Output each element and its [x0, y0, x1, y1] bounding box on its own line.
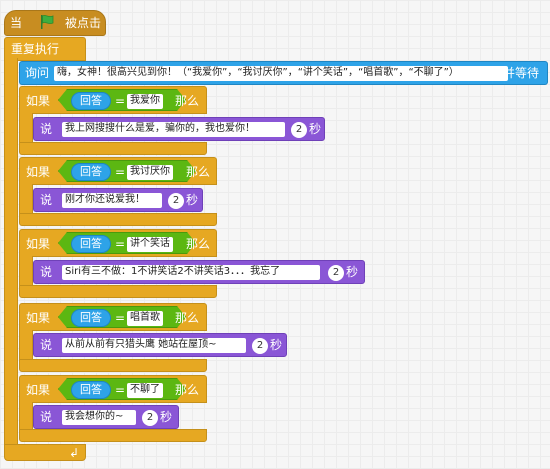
- if-block[interactable]: 如果 回答 = 我讨厌你 那么: [19, 157, 217, 185]
- compare-value-input[interactable]: 我讨厌你: [127, 165, 173, 180]
- answer-reporter[interactable]: 回答: [71, 381, 111, 399]
- say-seconds-input[interactable]: 2: [328, 265, 344, 281]
- if-block-arm: [19, 113, 33, 143]
- if-block[interactable]: 如果 回答 = 唱首歌 那么: [19, 303, 207, 331]
- say-for-secs-block[interactable]: 说 刚才你还说爱我！ 2 秒: [33, 188, 203, 212]
- ask-wait-label: 并等待: [503, 66, 540, 80]
- if-label: 如果: [26, 165, 51, 179]
- if-block-arm: [19, 402, 33, 430]
- say-for-secs-block[interactable]: 说 我上网搜搜什么是爱，骗你的，我也爱你！ 2 秒: [33, 117, 325, 141]
- then-label: 那么: [175, 311, 200, 325]
- if-label: 如果: [26, 237, 51, 251]
- secs-label: 秒: [160, 410, 173, 424]
- say-for-secs-block[interactable]: 说 我会想你的~ 2 秒: [33, 405, 179, 429]
- equals-sign: =: [115, 311, 126, 325]
- say-message-input[interactable]: 我会想你的~: [62, 410, 136, 425]
- if-label: 如果: [26, 383, 51, 397]
- say-message-input[interactable]: 刚才你还说爱我！: [62, 193, 162, 208]
- if-label: 如果: [26, 94, 51, 108]
- then-label: 那么: [186, 165, 211, 179]
- if-block-arm: [19, 256, 33, 286]
- say-message-input[interactable]: 从前从前有只猎头鹰 她站在屋顶~: [62, 338, 246, 353]
- ask-and-wait-block[interactable]: 询问 嗨，女神！很高兴见到你！（“我爱你”，“我讨厌你”，“讲个笑话”，“唱首歌…: [19, 61, 548, 85]
- equals-operator[interactable]: 回答 = 我讨厌你: [58, 160, 196, 182]
- if-block-bottom: [19, 285, 217, 298]
- secs-label: 秒: [270, 338, 283, 352]
- if-block-arm: [19, 184, 33, 214]
- if-block[interactable]: 如果 回答 = 讲个笑话 那么: [19, 229, 217, 257]
- then-label: 那么: [175, 94, 200, 108]
- secs-label: 秒: [186, 193, 199, 207]
- secs-label: 秒: [346, 265, 359, 279]
- then-label: 那么: [175, 383, 200, 397]
- equals-operator[interactable]: 回答 = 我爱你: [58, 89, 186, 111]
- say-seconds-input[interactable]: 2: [168, 193, 184, 209]
- say-label: 说: [40, 338, 53, 352]
- say-seconds-input[interactable]: 2: [142, 410, 158, 426]
- say-for-secs-block[interactable]: 说 从前从前有只猎头鹰 她站在屋顶~ 2 秒: [33, 333, 287, 357]
- if-block-bottom: [19, 359, 207, 372]
- if-block-bottom: [19, 429, 207, 442]
- compare-value-input[interactable]: 唱首歌: [127, 311, 163, 326]
- ask-label: 询问: [25, 66, 50, 80]
- say-for-secs-block[interactable]: 说 Siri有三不做：1不讲笑话2不讲笑话3．．．我忘了 2 秒: [33, 260, 365, 284]
- compare-value-input[interactable]: 我爱你: [127, 94, 163, 109]
- secs-label: 秒: [309, 122, 322, 136]
- equals-operator[interactable]: 回答 = 讲个笑话: [58, 232, 196, 254]
- if-label: 如果: [26, 311, 51, 325]
- loop-arrow-icon: ↲: [69, 446, 80, 460]
- answer-reporter[interactable]: 回答: [71, 309, 111, 327]
- say-label: 说: [40, 193, 53, 207]
- say-label: 说: [40, 265, 53, 279]
- answer-reporter[interactable]: 回答: [71, 235, 111, 253]
- equals-sign: =: [115, 94, 126, 108]
- if-block[interactable]: 如果 回答 = 我爱你 那么: [19, 86, 207, 114]
- compare-value-input[interactable]: 不聊了: [127, 383, 163, 398]
- say-label: 说: [40, 410, 53, 424]
- if-block-bottom: [19, 213, 217, 226]
- say-label: 说: [40, 122, 53, 136]
- hat-when-label: 当: [10, 16, 23, 30]
- green-flag-icon: [39, 14, 55, 34]
- hat-clicked-label: 被点击: [65, 16, 102, 30]
- when-flag-clicked-hat[interactable]: 当 被点击: [4, 10, 106, 36]
- equals-operator[interactable]: 回答 = 唱首歌: [58, 306, 186, 328]
- forever-loop-arm: [4, 58, 18, 446]
- compare-value-input[interactable]: 讲个笑话: [127, 237, 173, 252]
- ask-question-input[interactable]: 嗨，女神！很高兴见到你！（“我爱你”，“我讨厌你”，“讲个笑话”，“唱首歌”，“…: [54, 66, 508, 81]
- then-label: 那么: [186, 237, 211, 251]
- equals-sign: =: [115, 237, 126, 251]
- say-message-input[interactable]: 我上网搜搜什么是爱，骗你的，我也爱你！: [62, 122, 285, 137]
- if-block-bottom: [19, 142, 207, 155]
- say-seconds-input[interactable]: 2: [252, 338, 268, 354]
- if-block-arm: [19, 330, 33, 360]
- equals-operator[interactable]: 回答 = 不聊了: [58, 378, 186, 400]
- if-block[interactable]: 如果 回答 = 不聊了 那么: [19, 375, 207, 403]
- say-message-input[interactable]: Siri有三不做：1不讲笑话2不讲笑话3．．．我忘了: [62, 265, 320, 280]
- forever-loop-bottom[interactable]: ↲: [4, 444, 86, 461]
- answer-reporter[interactable]: 回答: [71, 163, 111, 181]
- forever-label: 重复执行: [11, 42, 60, 56]
- answer-reporter[interactable]: 回答: [71, 92, 111, 110]
- equals-sign: =: [115, 165, 126, 179]
- equals-sign: =: [115, 383, 126, 397]
- say-seconds-input[interactable]: 2: [291, 122, 307, 138]
